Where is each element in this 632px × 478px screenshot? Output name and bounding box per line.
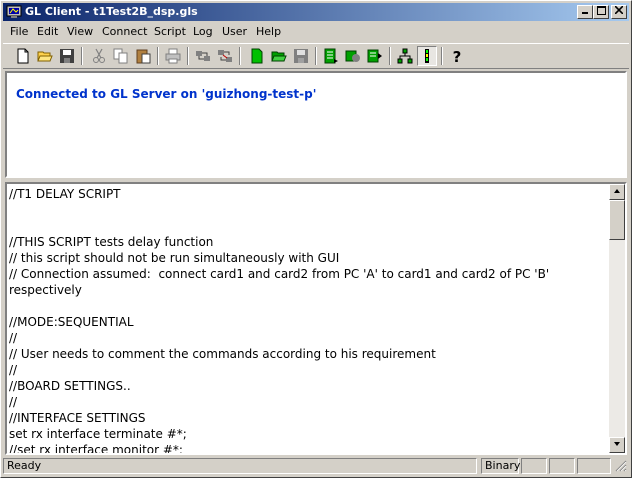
network-button[interactable]	[395, 46, 415, 66]
script-line	[9, 218, 605, 234]
script-line: //T1 DELAY SCRIPT	[9, 187, 121, 201]
app-icon	[6, 5, 22, 18]
status-icon	[425, 49, 429, 63]
close-icon	[614, 5, 624, 15]
connect-button[interactable]	[193, 46, 213, 66]
open-script-button[interactable]	[269, 46, 289, 66]
save-script-icon	[294, 49, 308, 63]
save-script-button[interactable]	[291, 46, 311, 66]
toolbar-separator	[315, 47, 317, 65]
save-button[interactable]	[57, 46, 77, 66]
toolbar-separator	[389, 47, 391, 65]
status-toggle-button[interactable]	[417, 46, 437, 66]
paste-icon	[136, 49, 151, 64]
scroll-up-button[interactable]	[609, 184, 625, 200]
print-button[interactable]	[163, 46, 183, 66]
script-editor[interactable]: //T1 DELAY SCRIPT //THIS SCRIPT tests del…	[5, 182, 627, 455]
script-line	[9, 202, 605, 218]
scroll-down-button[interactable]	[609, 437, 625, 453]
run-script-button[interactable]	[321, 46, 341, 66]
toolbar-separator	[239, 47, 241, 65]
open-script-icon	[271, 51, 287, 62]
menu-view[interactable]: View	[67, 25, 93, 38]
toolbar-separator	[187, 47, 189, 65]
menu-script[interactable]: Script	[154, 25, 186, 38]
script-line: set rx interface terminate #*;	[9, 427, 187, 441]
window-title: GL Client - t1Test2B_dsp.gls	[25, 5, 198, 18]
stop-script-button[interactable]	[343, 46, 363, 66]
script-line: //MODE:SEQUENTIAL	[9, 315, 134, 329]
stop-script-icon	[345, 50, 360, 62]
vertical-scrollbar[interactable]	[609, 184, 625, 453]
maximize-button[interactable]	[593, 5, 609, 19]
status-panel	[521, 458, 547, 474]
network-icon	[397, 48, 413, 64]
minimize-button[interactable]	[577, 5, 593, 19]
copy-icon	[113, 48, 128, 64]
script-line: // this script should not be run simulta…	[9, 251, 340, 265]
menu-connect[interactable]: Connect	[102, 25, 147, 38]
toolbar-separator	[441, 47, 443, 65]
app-window: GL Client - t1Test2B_dsp.gls File Edit V…	[0, 0, 632, 478]
toolbar-separator	[157, 47, 159, 65]
script-line: //BOARD SETTINGS..	[9, 379, 131, 393]
script-line: // Connection assumed: connect card1 and…	[9, 267, 553, 297]
status-panel	[577, 458, 611, 474]
help-button[interactable]: ?	[447, 46, 467, 66]
save-icon	[60, 49, 74, 63]
open-folder-icon	[37, 51, 53, 62]
paste-button[interactable]	[133, 46, 153, 66]
output-pane[interactable]: Connected to GL Server on 'guizhong-test…	[5, 71, 627, 178]
menu-help[interactable]: Help	[256, 25, 281, 38]
script-line: //INTERFACE SETTINGS	[9, 411, 146, 425]
menu-edit[interactable]: Edit	[37, 25, 58, 38]
script-line: //set rx interface monitor #*;	[9, 443, 183, 455]
help-icon: ?	[453, 48, 462, 64]
script-line: //	[9, 331, 18, 345]
script-line: //	[9, 395, 18, 409]
svg-text:?: ?	[453, 48, 462, 64]
script-line: // User needs to comment the commands ac…	[9, 347, 436, 361]
status-text: Ready	[3, 458, 477, 474]
disconnect-icon	[218, 50, 232, 62]
toolbar-separator	[81, 47, 83, 65]
new-file-icon	[17, 48, 29, 64]
minimize-icon	[582, 12, 588, 14]
arrow-up-icon	[614, 189, 620, 193]
status-mode: Binary	[481, 458, 520, 474]
menu-user[interactable]: User	[222, 25, 247, 38]
cut-icon	[93, 48, 105, 63]
title-bar[interactable]: GL Client - t1Test2B_dsp.gls	[3, 3, 629, 21]
status-bar: Ready Binary	[3, 457, 629, 475]
connection-message: Connected to GL Server on 'guizhong-test…	[16, 87, 317, 101]
script-line	[9, 298, 605, 314]
script-text: //T1 DELAY SCRIPT //THIS SCRIPT tests del…	[9, 186, 605, 455]
print-icon	[165, 48, 181, 64]
arrow-down-icon	[614, 442, 620, 446]
resize-grip-icon[interactable]	[615, 460, 627, 472]
step-script-button[interactable]	[365, 46, 385, 66]
menu-bar: File Edit View Connect Script Log User H…	[3, 23, 629, 41]
toolbar: ?	[3, 43, 629, 69]
disconnect-button[interactable]	[215, 46, 235, 66]
new-script-icon	[251, 48, 263, 64]
maximize-icon	[596, 6, 606, 15]
new-file-button[interactable]	[13, 46, 33, 66]
menu-log[interactable]: Log	[193, 25, 213, 38]
scroll-thumb[interactable]	[609, 200, 625, 240]
script-line: //THIS SCRIPT tests delay function	[9, 235, 214, 249]
status-panel	[549, 458, 575, 474]
cut-button[interactable]	[89, 46, 109, 66]
step-script-icon	[367, 49, 382, 63]
copy-button[interactable]	[111, 46, 131, 66]
close-button[interactable]	[611, 5, 627, 19]
script-line: //	[9, 363, 18, 377]
run-script-icon	[324, 48, 338, 64]
menu-file[interactable]: File	[10, 25, 28, 38]
connect-icon	[196, 51, 210, 61]
new-script-button[interactable]	[247, 46, 267, 66]
open-file-button[interactable]	[35, 46, 55, 66]
